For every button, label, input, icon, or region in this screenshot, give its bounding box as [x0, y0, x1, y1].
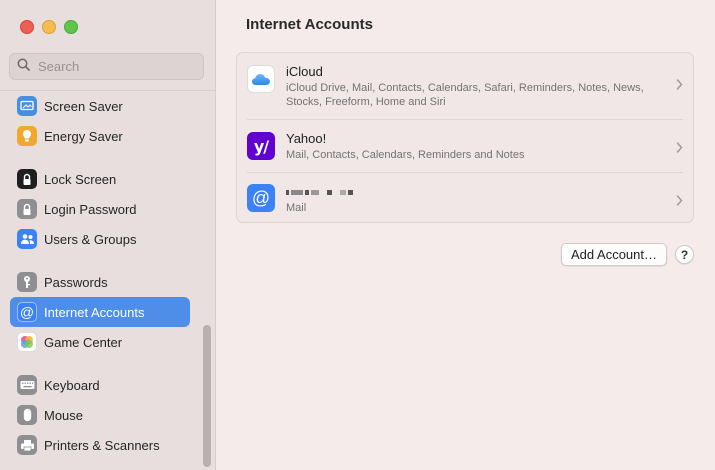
search-icon — [17, 58, 30, 76]
energy-saver-icon — [17, 126, 37, 146]
sidebar-item-game-center[interactable]: Game Center — [10, 327, 190, 357]
account-services: iCloud Drive, Mail, Contacts, Calendars,… — [286, 82, 644, 108]
sidebar-item-label: Internet Accounts — [44, 304, 145, 320]
sidebar-item-label: Energy Saver — [44, 128, 123, 144]
sidebar-item-internet-accounts[interactable]: @ Internet Accounts — [10, 297, 190, 327]
sidebar-item-label: Printers & Scanners — [44, 437, 160, 453]
sidebar-item-login-password[interactable]: Login Password — [10, 194, 190, 224]
search-input[interactable] — [36, 58, 190, 75]
sidebar-item-keyboard[interactable]: Keyboard — [10, 370, 190, 400]
sidebar-item-users-groups[interactable]: Users & Groups — [10, 224, 190, 254]
login-password-icon — [17, 199, 37, 219]
screen-saver-icon — [17, 96, 37, 116]
page-title: Internet Accounts — [246, 16, 373, 33]
sidebar-item-energy-saver[interactable]: Energy Saver — [10, 121, 190, 151]
chevron-right-icon — [676, 77, 683, 93]
users-groups-icon — [17, 229, 37, 249]
sidebar-item-label: Lock Screen — [44, 171, 117, 187]
sidebar-item-screen-saver[interactable]: Screen Saver — [10, 91, 190, 121]
keyboard-icon — [17, 375, 37, 395]
account-services: Mail, Contacts, Calendars, Reminders and… — [286, 149, 525, 161]
chevron-right-icon — [676, 193, 683, 209]
sidebar: Screen Saver Energy Saver Lock Screen Lo… — [0, 0, 216, 470]
game-center-icon — [17, 332, 37, 352]
account-row-yahoo[interactable]: y/ Yahoo! Mail, Contacts, Calendars, Rem… — [237, 120, 693, 172]
sidebar-item-label: Screen Saver — [44, 98, 123, 114]
yahoo-icon: y/ — [247, 132, 275, 160]
account-name: iCloud — [286, 64, 323, 79]
sidebar-item-label: Game Center — [44, 334, 123, 350]
sidebar-item-mouse[interactable]: Mouse — [10, 400, 190, 430]
window-controls — [20, 20, 78, 34]
chevron-right-icon — [676, 140, 683, 156]
mouse-icon — [17, 405, 37, 425]
close-window-button[interactable] — [20, 20, 34, 34]
sidebar-item-lock-screen[interactable]: Lock Screen — [10, 164, 190, 194]
account-row-icloud[interactable]: iCloud iCloud Drive, Mail, Contacts, Cal… — [237, 53, 693, 119]
search-field[interactable] — [9, 53, 204, 80]
sidebar-item-printers-scanners[interactable]: Printers & Scanners — [10, 430, 190, 460]
passwords-icon — [17, 272, 37, 292]
sidebar-item-label: Mouse — [44, 407, 84, 423]
sidebar-item-label: Passwords — [44, 274, 108, 290]
add-account-button[interactable]: Add Account… — [561, 243, 667, 266]
sidebar-item-label: Keyboard — [44, 377, 100, 393]
account-services: Mail — [286, 202, 307, 214]
account-row-mail[interactable]: @ Mail — [237, 173, 693, 223]
sidebar-item-label: Login Password — [44, 201, 137, 217]
account-name: Yahoo! — [286, 131, 327, 146]
sidebar-item-passwords[interactable]: Passwords — [10, 267, 190, 297]
icloud-icon — [247, 65, 275, 93]
sidebar-scrollbar[interactable] — [203, 325, 211, 467]
mail-at-icon: @ — [247, 184, 275, 212]
redacted-account-name — [286, 184, 355, 199]
sidebar-item-label: Users & Groups — [44, 231, 137, 247]
printer-icon — [17, 435, 37, 455]
accounts-list: iCloud iCloud Drive, Mail, Contacts, Cal… — [236, 52, 694, 223]
zoom-window-button[interactable] — [64, 20, 78, 34]
system-settings-window: Screen Saver Energy Saver Lock Screen Lo… — [0, 0, 715, 470]
help-button[interactable]: ? — [675, 245, 694, 264]
at-sign-icon: @ — [17, 302, 37, 322]
lock-screen-icon — [17, 169, 37, 189]
minimize-window-button[interactable] — [42, 20, 56, 34]
